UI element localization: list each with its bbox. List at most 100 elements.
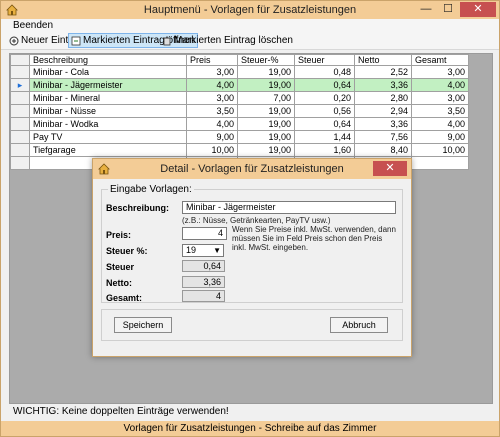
- row-selector[interactable]: [10, 130, 30, 144]
- row-selector[interactable]: ▸: [10, 78, 30, 92]
- cell-steuer[interactable]: 0,20: [294, 91, 355, 105]
- net-label: Netto:: [106, 278, 132, 288]
- cell-netto[interactable]: 2,80: [354, 91, 412, 105]
- cell-beschreibung[interactable]: Minibar - Cola: [29, 65, 187, 79]
- open-entry-icon: [71, 36, 81, 45]
- cell-beschreibung[interactable]: Minibar - Wodka: [29, 117, 187, 131]
- table-row[interactable]: ▸ Minibar - Jägermeister 4,00 19,00 0,64 3,36…: [10, 78, 469, 92]
- description-label: Beschreibung:: [106, 203, 170, 213]
- input-groupbox: Eingabe Vorlagen: Beschreibung: Minibar …: [101, 184, 403, 303]
- col-header-beschreibung[interactable]: Beschreibung: [29, 54, 187, 66]
- row-selector[interactable]: [10, 104, 30, 118]
- tax-percent-select[interactable]: 19 ▼: [182, 244, 224, 257]
- warning-bar: WICHTIG: Keine doppelten Einträge verwen…: [9, 405, 491, 417]
- tax-percent-label: Steuer %:: [106, 246, 148, 256]
- cell-netto[interactable]: 3,36: [354, 78, 412, 92]
- cell-beschreibung[interactable]: Pay TV: [29, 130, 187, 144]
- price-label: Preis:: [106, 230, 132, 240]
- dialog-close-button[interactable]: ✕: [373, 161, 407, 176]
- cell-steuer[interactable]: 1,60: [294, 143, 355, 157]
- row-selector[interactable]: [10, 91, 30, 105]
- cell-preis[interactable]: 4,00: [186, 117, 238, 131]
- cell-netto[interactable]: 2,52: [354, 65, 412, 79]
- cell-steuer[interactable]: 0,56: [294, 104, 355, 118]
- cell-gesamt[interactable]: 3,50: [411, 104, 469, 118]
- cell-steuer-prozent[interactable]: 7,00: [237, 91, 295, 105]
- price-input[interactable]: 4: [182, 227, 227, 240]
- cell-gesamt[interactable]: 3,00: [411, 91, 469, 105]
- dialog-title: Detail - Vorlagen für Zusatzleistungen: [160, 163, 344, 175]
- delete-entry-label: Markierten Eintrag löschen: [174, 35, 293, 46]
- delete-entry-icon: [163, 36, 171, 45]
- cell-steuer-prozent[interactable]: 19,00: [237, 130, 295, 144]
- cell-preis[interactable]: 3,00: [186, 91, 238, 105]
- tax-value: 0,64: [182, 260, 225, 272]
- cell-netto[interactable]: 7,56: [354, 130, 412, 144]
- cell-preis[interactable]: 4,00: [186, 78, 238, 92]
- table-row[interactable]: Minibar - Wodka 4,00 19,00 0,64 3,36 4,00: [10, 117, 469, 131]
- cell-gesamt[interactable]: 9,00: [411, 130, 469, 144]
- cell-netto[interactable]: 2,94: [354, 104, 412, 118]
- delete-entry-button[interactable]: Markierten Eintrag löschen: [160, 34, 295, 47]
- cell-beschreibung[interactable]: Minibar - Jägermeister: [29, 78, 187, 92]
- table-row[interactable]: Minibar - Mineral 3,00 7,00 0,20 2,80 3,00: [10, 91, 469, 105]
- table-header-row: Beschreibung Preis Steuer-% Steuer Netto…: [10, 54, 469, 66]
- cell-steuer-prozent[interactable]: 19,00: [237, 104, 295, 118]
- cell-netto[interactable]: 8,40: [354, 143, 412, 157]
- description-input[interactable]: Minibar - Jägermeister: [182, 201, 396, 214]
- warning-text: WICHTIG: Keine doppelten Einträge verwen…: [13, 406, 229, 417]
- price-hint: Wenn Sie Preise inkl. MwSt. verwenden, d…: [232, 225, 396, 252]
- tax-label: Steuer: [106, 262, 135, 272]
- chevron-down-icon: ▼: [213, 246, 221, 255]
- col-header-steuer[interactable]: Steuer: [294, 54, 355, 66]
- minimize-button[interactable]: —: [415, 2, 437, 17]
- col-header-netto[interactable]: Netto: [354, 54, 412, 66]
- cancel-button[interactable]: Abbruch: [330, 317, 388, 333]
- cell-beschreibung[interactable]: Minibar - Nüsse: [29, 104, 187, 118]
- cell-beschreibung[interactable]: Minibar - Mineral: [29, 91, 187, 105]
- cell-steuer[interactable]: 0,64: [294, 78, 355, 92]
- cell-preis[interactable]: 3,00: [186, 65, 238, 79]
- tax-percent-value: 19: [186, 245, 197, 255]
- row-selector[interactable]: [10, 156, 30, 170]
- cell-gesamt[interactable]: 4,00: [411, 117, 469, 131]
- table-row[interactable]: Minibar - Cola 3,00 19,00 0,48 2,52 3,00: [10, 65, 469, 79]
- table-row[interactable]: Pay TV 9,00 19,00 1,44 7,56 9,00: [10, 130, 469, 144]
- dialog-title-bar: Detail - Vorlagen für Zusatzleistungen ✕: [93, 159, 411, 179]
- cell-beschreibung[interactable]: Tiefgarage: [29, 143, 187, 157]
- description-hint: (z.B.: Nüsse, Getränkearten, PayTV usw.): [182, 216, 331, 225]
- col-header-preis[interactable]: Preis: [186, 54, 238, 66]
- total-value: 4: [182, 290, 225, 302]
- col-header-steuer-prozent[interactable]: Steuer-%: [237, 54, 295, 66]
- row-selector[interactable]: [10, 117, 30, 131]
- cell-empty[interactable]: [411, 156, 469, 170]
- cell-netto[interactable]: 3,36: [354, 117, 412, 131]
- title-bar: Hauptmenü - Vorlagen für Zusatzleistunge…: [1, 1, 499, 19]
- cell-steuer[interactable]: 0,64: [294, 117, 355, 131]
- cell-steuer-prozent[interactable]: 19,00: [237, 143, 295, 157]
- menu-item-beenden[interactable]: Beenden: [13, 20, 53, 31]
- table-row[interactable]: Tiefgarage 10,00 19,00 1,60 8,40 10,00: [10, 143, 469, 157]
- row-selector[interactable]: [10, 65, 30, 79]
- cell-gesamt[interactable]: 4,00: [411, 78, 469, 92]
- maximize-button[interactable]: ☐: [437, 2, 459, 17]
- cell-steuer[interactable]: 0,48: [294, 65, 355, 79]
- close-button[interactable]: ✕: [460, 2, 496, 17]
- cell-gesamt[interactable]: 10,00: [411, 143, 469, 157]
- cell-steuer[interactable]: 1,44: [294, 130, 355, 144]
- cell-preis[interactable]: 10,00: [186, 143, 238, 157]
- table-row[interactable]: Minibar - Nüsse 3,50 19,00 0,56 2,94 3,50: [10, 104, 469, 118]
- cell-steuer-prozent[interactable]: 19,00: [237, 65, 295, 79]
- cell-steuer-prozent[interactable]: 19,00: [237, 78, 295, 92]
- save-button[interactable]: Speichern: [114, 317, 172, 333]
- group-legend: Eingabe Vorlagen:: [108, 184, 194, 195]
- detail-dialog: Detail - Vorlagen für Zusatzleistungen ✕…: [92, 158, 412, 357]
- row-selector[interactable]: [10, 143, 30, 157]
- cell-gesamt[interactable]: 3,00: [411, 65, 469, 79]
- total-label: Gesamt:: [106, 293, 143, 303]
- cell-steuer-prozent[interactable]: 19,00: [237, 117, 295, 131]
- col-header-gesamt[interactable]: Gesamt: [411, 54, 469, 66]
- entries-table: Beschreibung Preis Steuer-% Steuer Netto…: [10, 54, 469, 170]
- cell-preis[interactable]: 9,00: [186, 130, 238, 144]
- cell-preis[interactable]: 3,50: [186, 104, 238, 118]
